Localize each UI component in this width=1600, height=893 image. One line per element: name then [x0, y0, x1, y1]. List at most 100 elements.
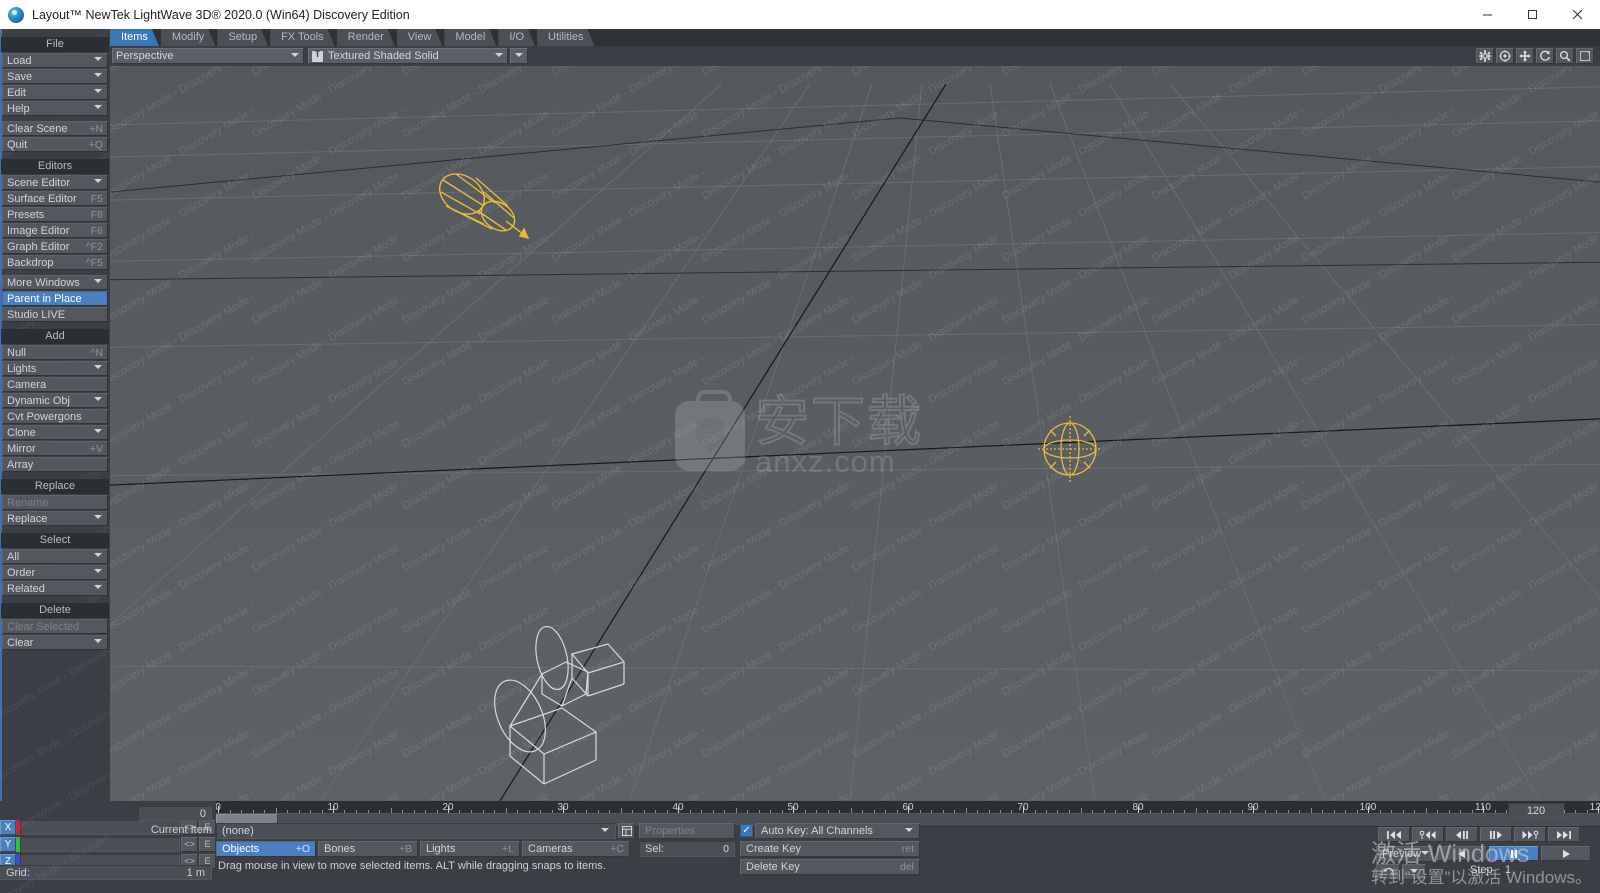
delete-key-label: Delete Key — [746, 861, 800, 873]
tab-items[interactable]: Items — [110, 29, 159, 46]
play-reverse-button[interactable] — [1437, 846, 1487, 861]
sidebar-item-presets[interactable]: Presets F8 — [2, 207, 108, 222]
sidebar-item-save[interactable]: Save — [2, 69, 108, 84]
sidebar-item-cvt-powergons[interactable]: Cvt Powergons — [2, 409, 108, 424]
sidebar-item-image-editor[interactable]: Image Editor F6 — [2, 223, 108, 238]
end-frame-field[interactable]: 120 — [1508, 803, 1564, 818]
target-icon[interactable] — [1496, 48, 1514, 64]
timeline-ruler[interactable]: 0 10 20 30 40 50 60 70 80 90 100 110 120 — [216, 801, 1600, 813]
sidebar-item-studio-live[interactable]: Studio LIVE — [2, 307, 108, 322]
sidebar-item-load[interactable]: Load — [2, 53, 108, 68]
auto-key-checkbox[interactable]: ✓ — [740, 824, 753, 837]
undo-options-dropdown[interactable] — [1402, 864, 1426, 880]
sidebar-item-label: Lights — [7, 362, 37, 375]
sidebar-item-scene-editor[interactable]: Scene Editor — [2, 175, 108, 190]
sidebar-item-backdrop[interactable]: Backdrop ^F5 — [2, 255, 108, 270]
jump-to-end-button[interactable] — [1548, 827, 1580, 842]
mode-button-lights[interactable]: Lights +L — [420, 841, 520, 857]
sidebar-item-order[interactable]: Order — [2, 565, 108, 580]
mode-button-bones[interactable]: Bones +B — [318, 841, 418, 857]
maximize-viewport-icon[interactable] — [1576, 48, 1594, 64]
prev-key-button[interactable] — [1412, 827, 1444, 842]
axis-toggle-y[interactable]: Y — [0, 836, 16, 852]
gear-icon[interactable] — [1476, 48, 1494, 64]
mode-shortcut: +O — [295, 843, 310, 855]
play-forward-button[interactable] — [1541, 846, 1591, 861]
shading-mode-dropdown[interactable]: Textured Shaded Solid — [308, 48, 508, 64]
sidebar-item-label: Scene Editor — [7, 176, 70, 189]
chevron-down-icon — [94, 396, 103, 405]
current-item-dropdown[interactable]: (none) — [216, 823, 616, 839]
refresh-icon[interactable] — [1536, 48, 1554, 64]
lightwave-layout-app: Layout™ NewTek LightWave 3D® 2020.0 (Win… — [0, 0, 1600, 893]
delete-key-button[interactable]: Delete Key del — [740, 859, 920, 875]
mode-button-objects[interactable]: Objects +O — [216, 841, 316, 857]
tab-modify[interactable]: Modify — [161, 29, 215, 46]
item-list-icon[interactable] — [618, 823, 635, 839]
sidebar-item-dynamic-obj[interactable]: Dynamic Obj — [2, 393, 108, 408]
chevron-down-icon — [94, 552, 103, 561]
sidebar-item-quit[interactable]: Quit +Q — [2, 137, 108, 152]
shading-options-dropdown[interactable] — [510, 48, 528, 64]
jump-to-start-button[interactable] — [1378, 827, 1410, 842]
window-controls — [1465, 0, 1600, 29]
sidebar-item-parent-in-place[interactable]: Parent in Place — [2, 291, 108, 306]
tab-label: Render — [347, 31, 384, 43]
create-key-button[interactable]: Create Key ret — [740, 841, 920, 857]
frame-number-field[interactable]: 0 — [138, 806, 212, 821]
close-button[interactable] — [1555, 0, 1600, 29]
maximize-button[interactable] — [1510, 0, 1555, 29]
axis-toggle-x[interactable]: X — [0, 819, 16, 835]
auto-key-dropdown[interactable]: Auto Key: All Channels — [755, 823, 920, 839]
sidebar-item-edit[interactable]: Edit — [2, 85, 108, 100]
texture-icon — [312, 49, 323, 62]
sidebar-item-surface-editor[interactable]: Surface Editor F5 — [2, 191, 108, 206]
sidebar-item-help[interactable]: Help — [2, 101, 108, 116]
tab-model[interactable]: Model — [444, 29, 496, 46]
create-key-label: Create Key — [746, 843, 802, 855]
prev-frame-button[interactable] — [1446, 827, 1478, 842]
sidebar-item-clear[interactable]: Clear — [2, 635, 108, 650]
perspective-viewport[interactable]: Discovery Mode - Discovery Mode - Discov… — [110, 66, 1600, 801]
tab-render[interactable]: Render — [337, 29, 395, 46]
properties-button[interactable]: Properties — [639, 823, 735, 839]
sidebar-item-array[interactable]: Array — [2, 457, 108, 472]
tab-utilities[interactable]: Utilities — [537, 29, 594, 46]
tab-i-o[interactable]: I/O — [498, 29, 535, 46]
sidebar-item-camera[interactable]: Camera — [2, 377, 108, 392]
mode-button-cameras[interactable]: Cameras +C — [522, 841, 630, 857]
sidebar-item-gap — [0, 270, 110, 274]
tab-fx-tools[interactable]: FX Tools — [270, 29, 335, 46]
sidebar-item-all[interactable]: All — [2, 549, 108, 564]
move-icon[interactable] — [1516, 48, 1534, 64]
tab-setup[interactable]: Setup — [217, 29, 268, 46]
preview-dropdown[interactable]: Preview — [1376, 846, 1434, 862]
viewport-icon-group — [1476, 48, 1600, 64]
next-key-button[interactable] — [1514, 827, 1546, 842]
sidebar-group-header-file: File — [1, 37, 109, 52]
chevron-down-icon — [94, 72, 103, 81]
sidebar-item-label: Array — [7, 458, 34, 471]
sidebar-item-clear-scene[interactable]: Clear Scene +N — [2, 121, 108, 136]
sidebar-item-clone[interactable]: Clone — [2, 425, 108, 440]
sidebar-item-clear-selected: Clear Selected — [2, 619, 108, 634]
magnifier-icon[interactable] — [1556, 48, 1574, 64]
view-mode-dropdown[interactable]: Perspective — [112, 48, 304, 64]
sidebar-item-lights[interactable]: Lights — [2, 361, 108, 376]
undo-icon[interactable] — [1376, 864, 1400, 880]
tab-view[interactable]: View — [397, 29, 443, 46]
sidebar-item-null[interactable]: Null ^N — [2, 345, 108, 360]
sidebar-item-mirror[interactable]: Mirror +V — [2, 441, 108, 456]
sidebar-item-related[interactable]: Related — [2, 581, 108, 596]
next-frame-button[interactable] — [1480, 827, 1512, 842]
ruler-label: 60 — [902, 802, 914, 813]
mode-shortcut: +B — [398, 843, 412, 855]
pause-button[interactable] — [1489, 846, 1539, 861]
sidebar-item-replace[interactable]: Replace — [2, 511, 108, 526]
sidebar-item-more-windows[interactable]: More Windows — [2, 275, 108, 290]
sidebar-item-graph-editor[interactable]: Graph Editor ^F2 — [2, 239, 108, 254]
minimize-button[interactable] — [1465, 0, 1510, 29]
ruler-label: 80 — [1132, 802, 1144, 813]
